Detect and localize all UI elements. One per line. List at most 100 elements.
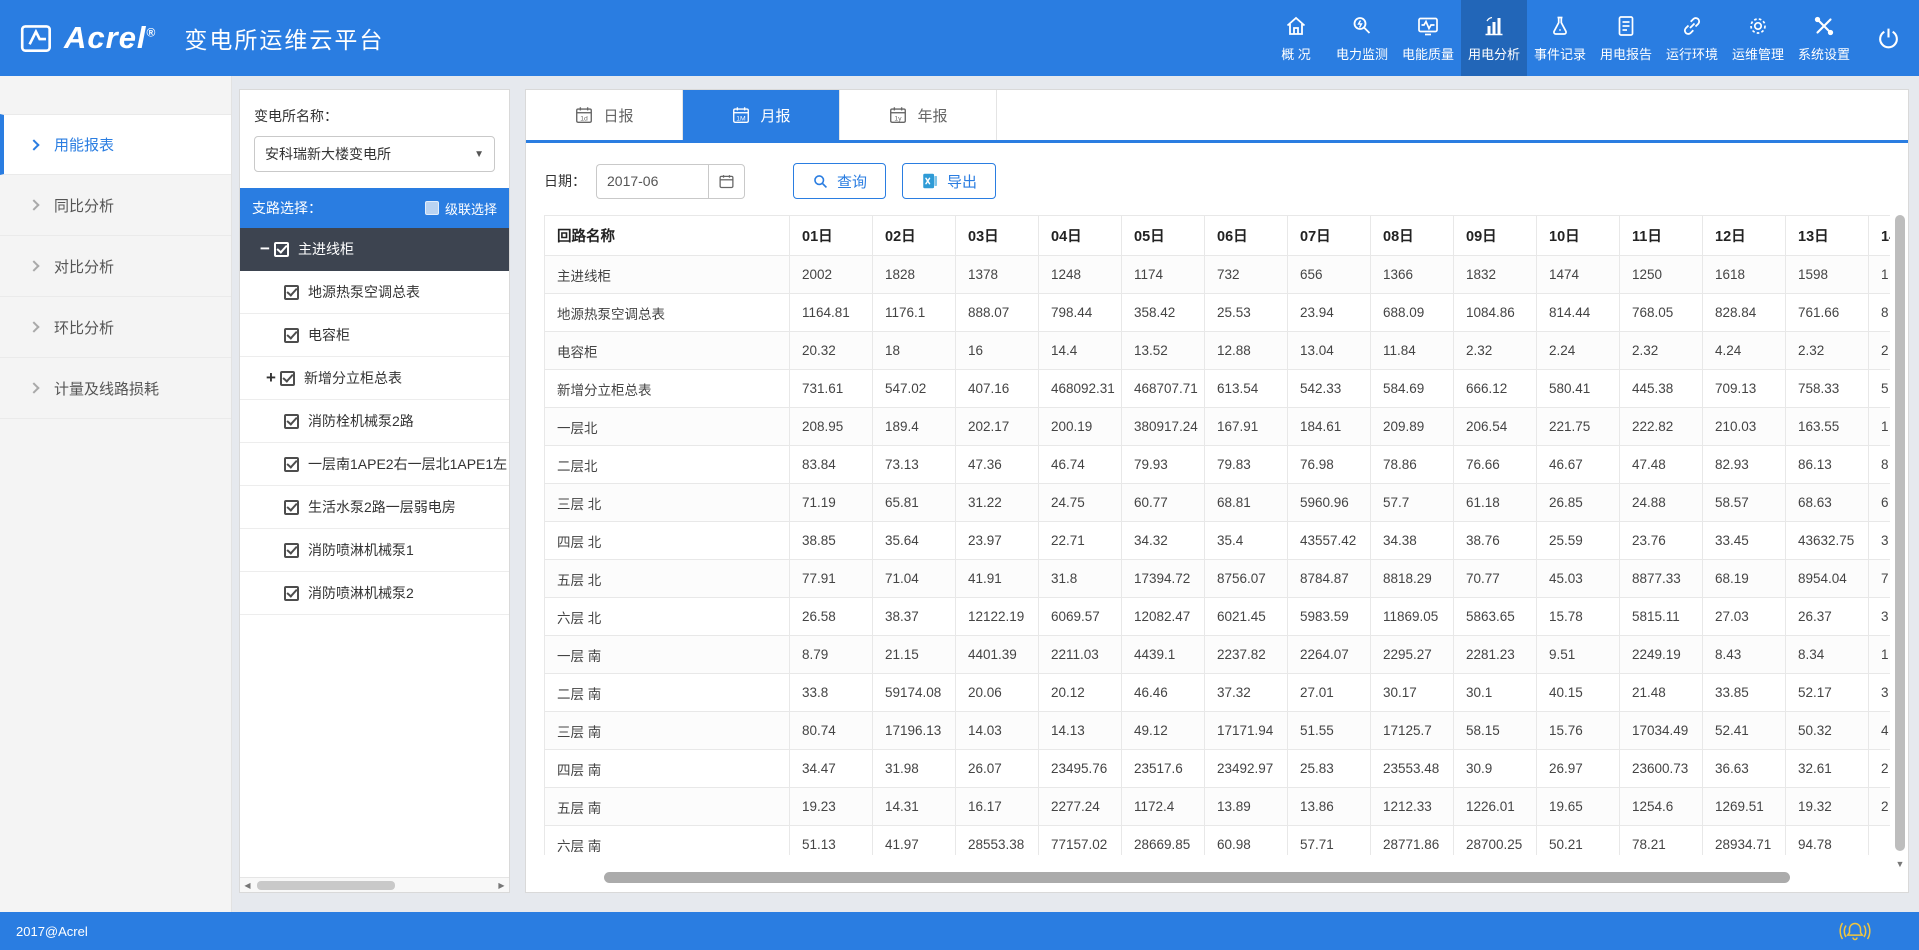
value-cell: 68.81 xyxy=(1205,484,1288,522)
checked-checkbox-icon[interactable] xyxy=(280,371,295,386)
value-cell: 2211.03 xyxy=(1039,636,1122,674)
value-cell: 13.89 xyxy=(1205,788,1288,826)
nav-power-monitoring[interactable]: 电力监测 xyxy=(1329,0,1395,76)
value-cell: 828.84 xyxy=(1703,294,1786,332)
checked-checkbox-icon[interactable] xyxy=(284,285,299,300)
search-icon xyxy=(812,173,829,190)
value-cell: 3 xyxy=(1869,522,1891,560)
expand-plus-icon[interactable]: + xyxy=(262,368,280,388)
value-cell: 210.03 xyxy=(1703,408,1786,446)
value-cell: 43632.75 xyxy=(1786,522,1869,560)
nav-energy-report[interactable]: 用电报告 xyxy=(1593,0,1659,76)
value-cell: 8 xyxy=(1869,446,1891,484)
link-icon xyxy=(1680,14,1704,38)
logout-power-button[interactable] xyxy=(1857,0,1919,76)
tab-yearly-report[interactable]: 1y 年报 xyxy=(840,90,997,140)
value-cell: 30.17 xyxy=(1371,674,1454,712)
table-row: 地源热泵空调总表1164.811176.1888.07798.44358.422… xyxy=(545,294,1891,332)
nav-operating-environment[interactable]: 运行环境 xyxy=(1659,0,1725,76)
value-cell: 82.93 xyxy=(1703,446,1786,484)
svg-text:1M: 1M xyxy=(737,115,747,122)
sidebar-item-label: 计量及线路损耗 xyxy=(54,378,159,399)
nav-energy-analysis[interactable]: 用电分析 xyxy=(1461,0,1527,76)
collapse-minus-icon[interactable]: − xyxy=(256,239,274,259)
circuit-name-cell: 二层北 xyxy=(545,446,790,484)
column-header: 05日 xyxy=(1122,216,1205,256)
tree-horizontal-scrollbar[interactable]: ◀ ▶ xyxy=(240,877,509,892)
tab-daily-report[interactable]: 1d 日报 xyxy=(526,90,683,140)
tree-node[interactable]: 一层南1APE2右一层北1APE1左 xyxy=(240,443,509,486)
scrollbar-thumb[interactable] xyxy=(1895,215,1905,851)
column-header: 03日 xyxy=(956,216,1039,256)
nav-label: 运行环境 xyxy=(1666,44,1718,63)
svg-text:1y: 1y xyxy=(895,115,903,122)
checked-checkbox-icon[interactable] xyxy=(284,414,299,429)
tree-node[interactable]: 消防喷淋机械泵2 xyxy=(240,572,509,615)
cascade-select-toggle[interactable]: 级联选择 xyxy=(425,199,497,218)
notification-bell-button[interactable] xyxy=(1837,918,1873,944)
checked-checkbox-icon[interactable] xyxy=(284,586,299,601)
sidebar-item-line-loss[interactable]: 计量及线路损耗 xyxy=(0,358,231,419)
checked-checkbox-icon[interactable] xyxy=(274,242,289,257)
value-cell: 209.89 xyxy=(1371,408,1454,446)
nav-overview[interactable]: 概 况 xyxy=(1263,0,1329,76)
tree-node[interactable]: 电容柜 xyxy=(240,314,509,357)
column-header: 08日 xyxy=(1371,216,1454,256)
value-cell: 32.61 xyxy=(1786,750,1869,788)
export-button[interactable]: 导出 xyxy=(902,163,996,199)
scroll-right-arrow-icon[interactable]: ▶ xyxy=(494,881,509,890)
sidebar-item-comparison-analysis[interactable]: 对比分析 xyxy=(0,236,231,297)
tree-node[interactable]: + 新增分立柜总表 xyxy=(240,357,509,400)
table-vertical-scrollbar[interactable]: ▼ xyxy=(1895,215,1905,871)
flask-icon xyxy=(1548,14,1572,38)
value-cell: 57.7 xyxy=(1371,484,1454,522)
cascade-checkbox-icon[interactable] xyxy=(425,201,439,215)
value-cell: 17196.13 xyxy=(873,712,956,750)
tree-node-main-incoming[interactable]: − 主进线柜 xyxy=(240,228,509,271)
app-root: Acrel® 变电所运维云平台 概 况 电力监测 电能质量 用电分析 xyxy=(0,0,1919,950)
checked-checkbox-icon[interactable] xyxy=(284,500,299,515)
scroll-left-arrow-icon[interactable]: ◀ xyxy=(240,881,255,890)
value-cell: 65.81 xyxy=(873,484,956,522)
checked-checkbox-icon[interactable] xyxy=(284,457,299,472)
value-cell: 14.31 xyxy=(873,788,956,826)
value-cell: 20.32 xyxy=(790,332,873,370)
branch-select-panel: 变电所名称： 安科瑞新大楼变电所 ▼ 支路选择： 级联选择 − 主进线柜 xyxy=(239,89,510,893)
table-row: 五层 北77.9171.0441.9131.817394.728756.0787… xyxy=(545,560,1891,598)
nav-event-records[interactable]: 事件记录 xyxy=(1527,0,1593,76)
value-cell: 47.48 xyxy=(1620,446,1703,484)
nav-system-settings[interactable]: 系统设置 xyxy=(1791,0,1857,76)
tree-node[interactable]: 消防栓机械泵2路 xyxy=(240,400,509,443)
station-select[interactable]: 安科瑞新大楼变电所 ▼ xyxy=(254,136,495,172)
tree-node[interactable]: 地源热泵空调总表 xyxy=(240,271,509,314)
value-cell: 189.4 xyxy=(873,408,956,446)
table-horizontal-scrollbar[interactable] xyxy=(604,872,1790,883)
nav-power-quality[interactable]: 电能质量 xyxy=(1395,0,1461,76)
sidebar-item-label: 用能报表 xyxy=(54,134,114,155)
tree-node-label: 新增分立柜总表 xyxy=(304,368,402,388)
checked-checkbox-icon[interactable] xyxy=(284,543,299,558)
date-input[interactable]: 2017-06 xyxy=(596,164,708,199)
value-cell: 14.03 xyxy=(956,712,1039,750)
value-cell: 25.59 xyxy=(1537,522,1620,560)
sidebar-item-yoy-analysis[interactable]: 同比分析 xyxy=(0,175,231,236)
checked-checkbox-icon[interactable] xyxy=(284,328,299,343)
value-cell: 9.51 xyxy=(1537,636,1620,674)
table-row: 五层 南19.2314.3116.172277.241172.413.8913.… xyxy=(545,788,1891,826)
sidebar-item-mom-analysis[interactable]: 环比分析 xyxy=(0,297,231,358)
scrollbar-thumb[interactable] xyxy=(257,881,395,890)
tab-monthly-report[interactable]: 1M 月报 xyxy=(683,90,840,140)
home-icon xyxy=(1284,14,1308,38)
nav-om-management[interactable]: 运维管理 xyxy=(1725,0,1791,76)
tree-node[interactable]: 消防喷淋机械泵1 xyxy=(240,529,509,572)
column-header: 09日 xyxy=(1454,216,1537,256)
value-cell: 94.78 xyxy=(1786,826,1869,856)
query-button[interactable]: 查询 xyxy=(793,163,886,199)
value-cell: 5983.59 xyxy=(1288,598,1371,636)
tree-node[interactable]: 生活水泵2路一层弱电房 xyxy=(240,486,509,529)
value-cell: 47.36 xyxy=(956,446,1039,484)
calendar-picker-button[interactable] xyxy=(708,164,745,199)
scroll-down-arrow-icon[interactable]: ▼ xyxy=(1895,859,1905,869)
value-cell: 41.91 xyxy=(956,560,1039,598)
sidebar-item-energy-report[interactable]: 用能报表 xyxy=(0,114,231,175)
